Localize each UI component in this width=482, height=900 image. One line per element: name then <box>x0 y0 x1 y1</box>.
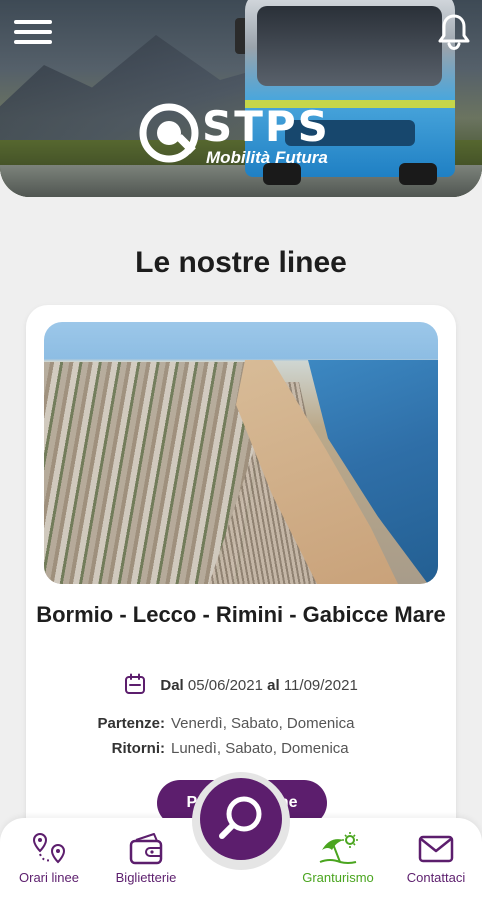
nav-item-orari-linee[interactable]: Orari linee <box>10 832 88 885</box>
nav-item-granturismo[interactable]: Granturismo <box>292 832 384 885</box>
beach-umbrella-icon <box>319 832 358 864</box>
departures-value: Venerdì, Sabato, Domenica <box>171 715 355 732</box>
returns-value: Lunedì, Sabato, Domenica <box>171 740 349 757</box>
mail-icon <box>418 835 454 863</box>
date-to-label: al <box>267 677 280 694</box>
line-card[interactable]: Bormio - Lecco - Rimini - Gabicce Mare D… <box>26 305 456 845</box>
returns-label: Ritorni: <box>111 740 165 757</box>
header-hero-image: STPS Mobilità Futura <box>0 0 482 197</box>
search-icon <box>219 796 262 839</box>
nav-item-contattaci[interactable]: Contattaci <box>396 832 476 885</box>
departures-label: Partenze: <box>97 715 165 732</box>
route-name: Bormio - Lecco - Rimini - Gabicce Mare <box>36 602 446 627</box>
brand-logo: STPS Mobilità Futura <box>138 102 358 172</box>
bell-icon[interactable] <box>436 12 472 52</box>
date-to: 11/09/2021 <box>283 677 358 694</box>
nav-label: Orari linee <box>19 870 79 885</box>
hamburger-menu-icon[interactable] <box>14 16 52 48</box>
page-title: Le nostre linee <box>135 246 347 279</box>
date-range: Dal 05/06/2021 al 11/09/2021 <box>26 673 456 699</box>
nav-label: Contattaci <box>406 870 466 885</box>
schedule: Partenze: Venerdì, Sabato, Domenica Rito… <box>26 715 456 765</box>
date-from-label: Dal <box>160 677 184 694</box>
brand-name: STPS <box>202 102 330 151</box>
nav-label: Granturismo <box>302 870 374 885</box>
nav-label: Biglietterie <box>115 870 177 885</box>
wallet-icon <box>129 833 163 865</box>
route-pins-icon <box>32 832 66 864</box>
logo-mark-icon <box>139 103 199 163</box>
nav-item-biglietterie[interactable]: Biglietterie <box>104 832 188 885</box>
calendar-icon <box>124 673 146 699</box>
search-button[interactable] <box>200 778 282 860</box>
date-from: 05/06/2021 <box>187 677 263 694</box>
brand-tagline: Mobilità Futura <box>206 148 328 167</box>
beach-photo <box>44 322 438 584</box>
